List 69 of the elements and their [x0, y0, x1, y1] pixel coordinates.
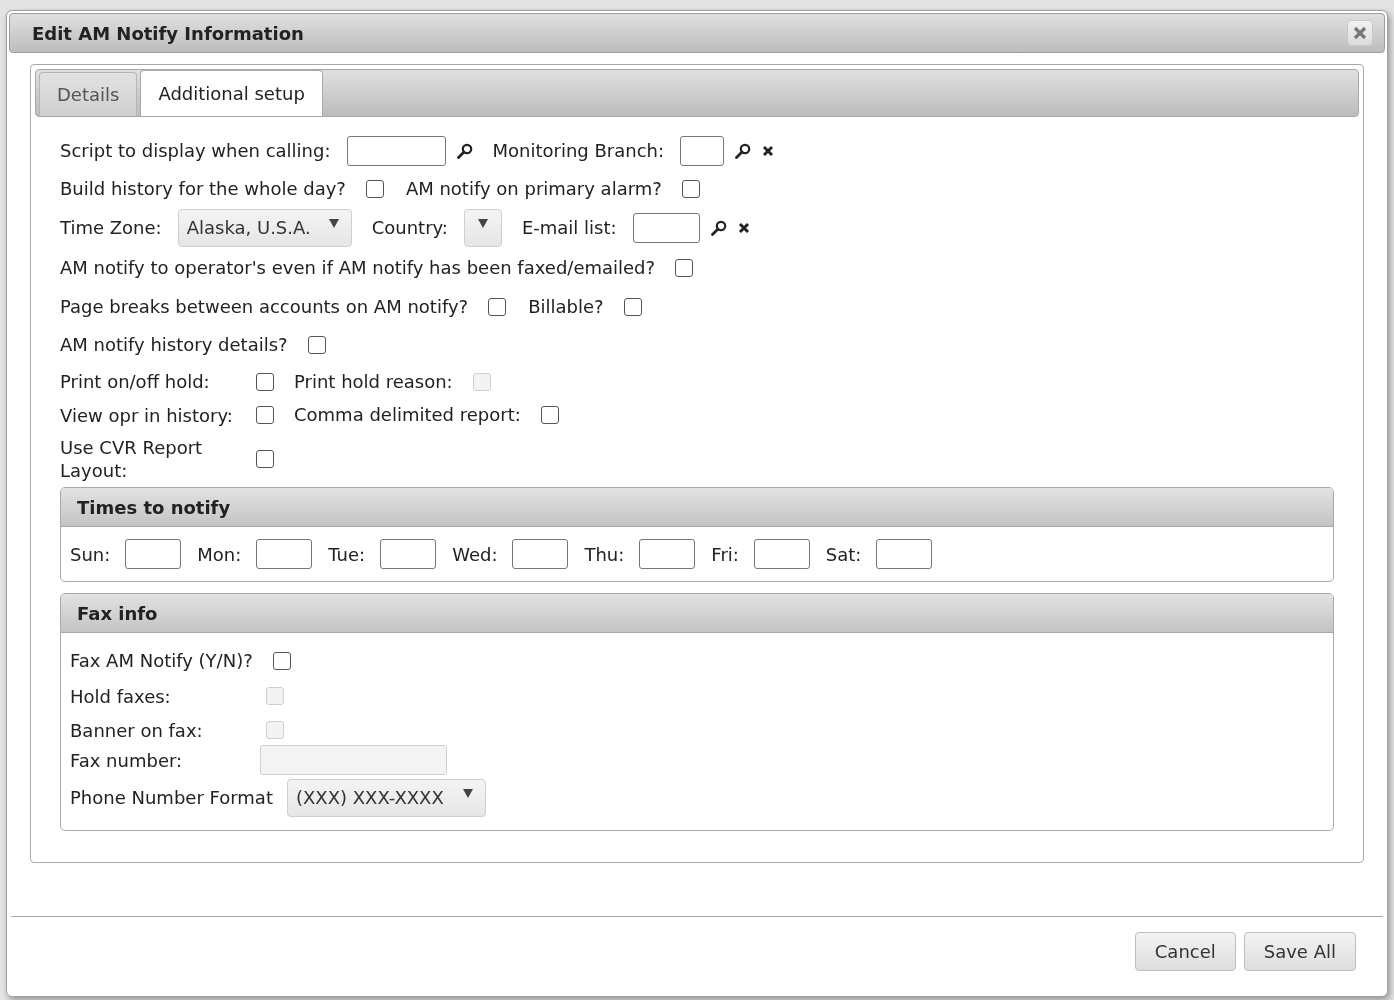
dialog-button[interactable]: Save All [1243, 932, 1356, 971]
field-label: Time Zone: [60, 216, 162, 239]
caret-icon [328, 218, 339, 228]
dropdown[interactable]: Alaska, U.S.A. [177, 208, 352, 247]
checkbox[interactable] [256, 406, 274, 424]
field-label: AM notify history details? [60, 334, 288, 356]
text-field[interactable] [632, 212, 700, 243]
checkbox[interactable] [256, 372, 274, 391]
text-field[interactable] [753, 539, 810, 569]
field-label: Fri: [711, 542, 739, 567]
text-field[interactable] [346, 136, 446, 166]
field-label: Phone Number Format [70, 787, 273, 809]
field-label: Banner on fax: [70, 718, 204, 742]
dialog-title: Edit AM Notify Information [32, 21, 304, 46]
field-label: Use CVR Report Layout: [60, 435, 204, 482]
field-label: Fax number: [70, 748, 184, 772]
field-label: Wed: [452, 542, 498, 567]
text-field[interactable] [639, 539, 696, 569]
search-icon[interactable] [735, 143, 752, 159]
dropdown[interactable] [463, 208, 502, 247]
checkbox[interactable] [272, 652, 291, 670]
field-label: Print hold reason: [294, 370, 453, 393]
checkbox[interactable] [307, 336, 326, 354]
text-field[interactable] [125, 539, 182, 569]
checkbox[interactable] [256, 449, 274, 468]
text-field[interactable] [680, 136, 725, 166]
close-icon [1353, 26, 1367, 40]
field-label: Hold faxes: [70, 684, 172, 708]
field-label: E-mail list: [521, 216, 617, 239]
text-field[interactable] [256, 539, 313, 569]
field-label: Billable? [528, 296, 604, 318]
checkbox[interactable] [623, 298, 642, 316]
checkbox[interactable] [540, 406, 559, 424]
search-icon[interactable] [710, 219, 727, 236]
field-label: Mon: [197, 542, 242, 567]
caret-icon [477, 218, 488, 228]
field-label: Tue: [328, 542, 366, 567]
field-label: Sat: [825, 542, 862, 567]
field-label: AM notify to operator's even if AM notify has been faxed/emailed? [60, 257, 656, 279]
field-label: Sun: [70, 542, 111, 567]
caret-icon [462, 789, 473, 798]
field-label: AM notify on primary alarm? [405, 177, 662, 200]
field-label: Thu: [584, 542, 625, 567]
checkbox[interactable] [365, 179, 384, 198]
field-label: Monitoring Branch: [492, 140, 665, 162]
text-field[interactable] [876, 539, 933, 569]
field-label: Build history for the whole day? [60, 177, 346, 200]
dropdown[interactable]: (XXX) XXX-XXXX [286, 779, 486, 817]
checkbox[interactable] [675, 259, 694, 277]
section-header: Times to notify [61, 488, 1333, 527]
text-field[interactable] [380, 539, 437, 569]
close-button[interactable] [1347, 20, 1373, 46]
field-label: Print on/off hold: [60, 370, 211, 393]
tab[interactable]: Additional setup [140, 70, 323, 116]
checkbox[interactable] [488, 298, 507, 316]
field-label: Page breaks between accounts on AM notify? [60, 296, 469, 318]
field-label: Country: [371, 216, 448, 239]
field-label: View opr in history: [60, 403, 234, 427]
field-label: Comma delimited report: [294, 404, 521, 426]
field-label: Script to display when calling: [60, 140, 331, 162]
search-icon[interactable] [456, 143, 473, 159]
clear-icon[interactable] [737, 221, 750, 234]
section-header: Fax info [61, 594, 1333, 633]
clear-icon[interactable] [762, 145, 775, 157]
field-label: Fax AM Notify (Y/N)? [70, 650, 253, 672]
dialog-button[interactable]: Cancel [1134, 932, 1236, 971]
tab[interactable]: Details [39, 72, 138, 116]
checkbox[interactable] [681, 179, 700, 198]
text-field[interactable] [512, 539, 569, 569]
